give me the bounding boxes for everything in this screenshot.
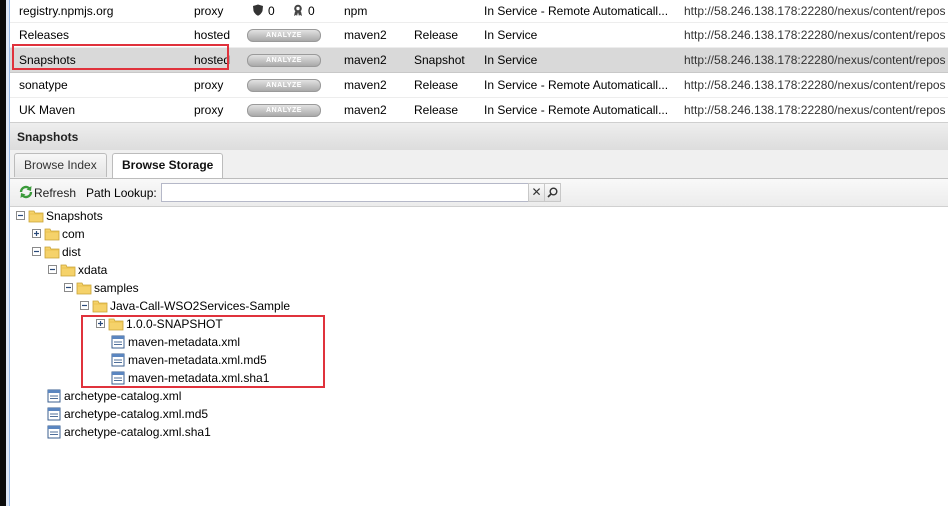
file-icon <box>47 407 61 421</box>
folder-icon <box>76 282 92 295</box>
repo-policy <box>414 0 482 22</box>
tree-node-label: com <box>62 227 85 241</box>
collapse-toggle-icon[interactable] <box>64 283 73 292</box>
refresh-button[interactable]: Refresh <box>18 184 76 202</box>
repo-status: In Service - Remote Automaticall... <box>484 4 669 18</box>
repo-policy: Release <box>414 78 459 92</box>
security-count: 0 <box>268 4 275 18</box>
license-badge[interactable]: 0 <box>292 0 315 22</box>
repo-policy: Snapshot <box>414 53 465 67</box>
collapse-toggle-icon[interactable] <box>16 211 25 220</box>
panel-title: Snapshots <box>17 130 79 144</box>
repo-format: npm <box>344 4 368 18</box>
tree-node-label: Snapshots <box>46 209 103 223</box>
tab-browse-storage[interactable]: Browse Storage <box>112 153 224 178</box>
repository-row[interactable]: registry.npmjs.org proxy 0 0 npm In Serv… <box>10 0 948 23</box>
folder-icon <box>44 246 60 259</box>
tab-bar: Browse Index Browse Storage <box>10 150 948 179</box>
storage-toolbar: Refresh Path Lookup: ✕ <box>10 179 948 207</box>
folder-icon <box>28 210 44 223</box>
path-lookup-label: Path Lookup: <box>86 186 157 200</box>
expand-toggle-icon[interactable] <box>32 229 41 238</box>
folder-icon <box>60 264 76 277</box>
tree-node-label: dist <box>62 245 81 259</box>
analyze-button[interactable]: ANALYZE <box>247 104 321 117</box>
highlight-box-snapshot <box>81 315 325 388</box>
folder-icon <box>92 300 108 313</box>
repo-type: proxy <box>194 4 224 18</box>
tree-node-label: samples <box>94 281 139 295</box>
collapse-toggle-icon[interactable] <box>48 265 57 274</box>
repo-policy: Release <box>414 103 459 117</box>
file-icon <box>47 425 61 439</box>
repo-format: maven2 <box>344 78 387 92</box>
repo-url[interactable]: http://58.246.138.178:22280/nexus/conten… <box>684 98 948 122</box>
refresh-icon <box>19 185 33 199</box>
analyze-button[interactable]: ANALYZE <box>247 29 321 42</box>
repo-status: In Service <box>484 28 538 42</box>
repo-health: 0 0 <box>242 0 342 22</box>
repo-status: In Service - Remote Automaticall... <box>484 103 669 117</box>
tree-node-label: Java-Call-WSO2Services-Sample <box>110 299 291 313</box>
repo-format: maven2 <box>344 103 387 117</box>
repo-name: UK Maven <box>19 103 76 117</box>
folder-icon <box>44 228 60 241</box>
tree-node-label: archetype-catalog.xml.sha1 <box>64 425 211 439</box>
repo-status: In Service <box>484 53 538 67</box>
shield-icon <box>253 4 263 16</box>
repo-url[interactable]: http://58.246.138.178:22280/nexus/conten… <box>684 48 948 72</box>
repo-status: In Service - Remote Automaticall... <box>484 78 669 92</box>
close-icon: ✕ <box>531 185 542 199</box>
repo-name: registry.npmjs.org <box>19 4 114 18</box>
ribbon-icon <box>294 4 302 16</box>
tree-node-label: archetype-catalog.xml.md5 <box>64 407 209 421</box>
analyze-button[interactable]: ANALYZE <box>247 79 321 92</box>
license-count: 0 <box>308 4 315 18</box>
repo-url[interactable]: http://58.246.138.178:22280/nexus/conten… <box>684 0 948 22</box>
left-frame-border <box>0 0 10 506</box>
repo-name: sonatype <box>19 78 68 92</box>
collapse-toggle-icon[interactable] <box>80 301 89 310</box>
search-button[interactable] <box>544 183 561 202</box>
collapse-toggle-icon[interactable] <box>32 247 41 256</box>
repo-format: maven2 <box>344 28 387 42</box>
clear-button[interactable]: ✕ <box>528 183 545 202</box>
repo-type: proxy <box>194 78 224 92</box>
tree-node-label: xdata <box>78 263 108 277</box>
security-badge[interactable]: 0 <box>252 0 275 22</box>
repo-url[interactable]: http://58.246.138.178:22280/nexus/conten… <box>684 73 948 97</box>
repo-type: proxy <box>194 103 224 117</box>
repository-row[interactable]: UK Maven proxy ANALYZE maven2 Release In… <box>10 98 948 123</box>
path-lookup-input[interactable] <box>161 183 531 202</box>
search-icon <box>547 187 558 198</box>
file-icon <box>47 389 61 403</box>
tree-node-label: archetype-catalog.xml <box>64 389 182 403</box>
analyze-button[interactable]: ANALYZE <box>247 54 321 67</box>
repo-url[interactable]: http://58.246.138.178:22280/nexus/conten… <box>684 23 948 47</box>
tab-browse-index[interactable]: Browse Index <box>14 153 107 177</box>
repository-row[interactable]: sonatype proxy ANALYZE maven2 Release In… <box>10 73 948 98</box>
refresh-label: Refresh <box>34 186 77 200</box>
highlight-box-repo <box>12 44 229 70</box>
repo-format: maven2 <box>344 53 387 67</box>
repo-policy: Release <box>414 28 459 42</box>
panel-header: Snapshots <box>10 122 948 152</box>
